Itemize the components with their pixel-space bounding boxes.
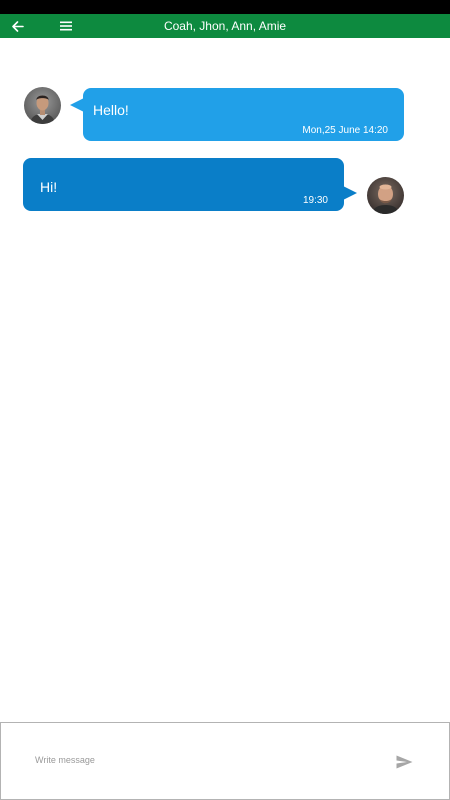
chat-title: Coah, Jhon, Ann, Amie (163, 19, 287, 33)
user-avatar-icon (367, 177, 404, 214)
user-avatar-icon (24, 87, 61, 124)
message-bubble-incoming[interactable]: Hello! Mon,25 June 14:20 (70, 88, 404, 141)
message-text: Hello! (93, 102, 129, 118)
message-composer (0, 722, 450, 800)
send-button[interactable] (393, 753, 415, 771)
message-timestamp: 19:30 (302, 195, 328, 206)
chat-area: Hello! Mon,25 June 14:20 Hi! 19:30 (0, 38, 450, 722)
avatar[interactable] (367, 177, 404, 214)
avatar[interactable] (24, 87, 61, 124)
message-bubble-outgoing[interactable]: Hi! 19:30 (23, 158, 357, 211)
app-bar: Coah, Jhon, Ann, Amie (0, 14, 450, 38)
message-timestamp: Mon,25 June 14:20 (302, 125, 388, 136)
status-bar (0, 0, 450, 14)
message-text: Hi! (40, 179, 58, 195)
send-icon (396, 755, 412, 769)
message-input[interactable] (31, 747, 369, 773)
